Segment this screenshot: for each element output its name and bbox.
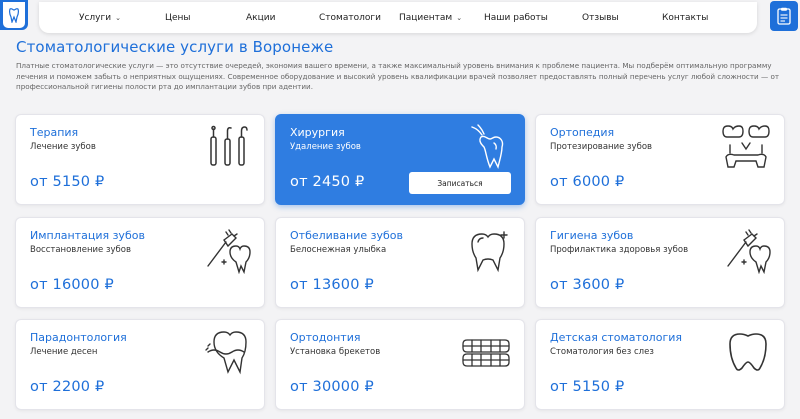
clipboard-icon [777, 7, 791, 25]
page-title: Стоматологические услуги в Воронеже [16, 38, 334, 56]
appointment-side-button[interactable] [770, 1, 798, 31]
tooth-logo-icon [3, 2, 25, 28]
service-price: от 30000 ₽ [290, 379, 374, 395]
service-card-periodontology[interactable]: Парадонтология Лечение десен от 2200 ₽ [15, 319, 265, 410]
service-price: от 2450 ₽ [290, 174, 365, 190]
tooth-extraction-icon [464, 123, 512, 171]
service-card-whitening[interactable]: Отбеливание зубов Белоснежная улыбка от … [275, 217, 525, 308]
service-subtitle: Установка брекетов [290, 347, 381, 357]
chevron-down-icon: ⌄ [115, 13, 121, 22]
service-title: Отбеливание зубов [290, 229, 403, 242]
service-price: от 2200 ₽ [30, 379, 105, 395]
service-card-surgery[interactable]: Хирургия Удаление зубов от 2450 ₽ Записа… [275, 114, 525, 205]
page-description: Платные стоматологические услуги — это о… [16, 61, 780, 91]
nav-item-reviews[interactable]: Отзывы [582, 2, 619, 33]
service-title: Гигиена зубов [550, 229, 634, 242]
service-card-hygiene[interactable]: Гигиена зубов Профилактика здоровья зубо… [535, 217, 785, 308]
braces-icon [460, 328, 512, 376]
service-subtitle: Протезирование зубов [550, 142, 653, 152]
nav-item-label: Пациентам [399, 12, 453, 23]
gum-tooth-icon [204, 328, 252, 376]
shiny-tooth-icon [464, 226, 512, 274]
nav-item-label: Контакты [662, 12, 709, 23]
service-title: Хирургия [290, 126, 345, 139]
main-nav: Услуги ⌄ Цены Акции Стоматологи Пациента… [39, 2, 757, 33]
dental-tools-icon [204, 123, 252, 171]
chevron-down-icon: ⌄ [456, 13, 463, 22]
nav-item-contacts[interactable]: Контакты [662, 2, 708, 33]
service-subtitle: Удаление зубов [290, 142, 361, 152]
service-price: от 13600 ₽ [290, 277, 374, 293]
nav-item-works[interactable]: Наши работы [484, 2, 548, 33]
book-appointment-button[interactable]: Записаться [409, 172, 511, 194]
nav-item-label: Наши работы [484, 12, 548, 23]
service-price: от 16000 ₽ [30, 277, 114, 293]
nav-item-label: Цены [165, 12, 191, 23]
nav-item-promotions[interactable]: Акции [246, 2, 275, 33]
service-subtitle: Белоснежная улыбка [290, 245, 387, 255]
nav-item-patients[interactable]: Пациентам ⌄ [399, 2, 462, 33]
baby-tooth-icon [724, 328, 772, 376]
service-title: Парадонтология [30, 331, 127, 344]
nav-item-label: Услуги [79, 12, 112, 23]
service-card-pediatric[interactable]: Детская стоматология Стоматология без сл… [535, 319, 785, 410]
service-subtitle: Лечение десен [30, 347, 98, 357]
service-price: от 3600 ₽ [550, 277, 625, 293]
nav-item-label: Акции [246, 12, 276, 23]
service-card-therapy[interactable]: Терапия Лечение зубов от 5150 ₽ [15, 114, 265, 205]
nav-item-prices[interactable]: Цены [165, 2, 191, 33]
service-title: Имплантация зубов [30, 229, 145, 242]
service-card-implantation[interactable]: Имплантация зубов Восстановление зубов о… [15, 217, 265, 308]
service-title: Ортопедия [550, 126, 615, 139]
toothbrush-tooth-icon [204, 226, 252, 275]
service-subtitle: Стоматология без слез [550, 347, 654, 357]
dental-bridge-icon [720, 123, 772, 171]
service-title: Ортодонтия [290, 331, 361, 344]
service-title: Терапия [30, 126, 79, 139]
toothbrush-tooth-icon [724, 226, 772, 275]
service-title: Детская стоматология [550, 331, 682, 344]
nav-item-label: Отзывы [582, 12, 619, 23]
service-price: от 5150 ₽ [30, 174, 105, 190]
service-price: от 5150 ₽ [550, 379, 625, 395]
service-subtitle: Лечение зубов [30, 142, 96, 152]
service-subtitle: Восстановление зубов [30, 245, 131, 255]
nav-item-services[interactable]: Услуги ⌄ [79, 2, 121, 33]
service-card-orthodontics[interactable]: Ортодонтия Установка брекетов от 30000 ₽ [275, 319, 525, 410]
service-subtitle: Профилактика здоровья зубов [550, 245, 689, 255]
service-card-orthopedics[interactable]: Ортопедия Протезирование зубов от 6000 ₽ [535, 114, 785, 205]
nav-item-dentists[interactable]: Стоматологи [319, 2, 381, 33]
nav-item-label: Стоматологи [319, 12, 381, 23]
service-price: от 6000 ₽ [550, 174, 625, 190]
logo[interactable] [0, 0, 28, 30]
